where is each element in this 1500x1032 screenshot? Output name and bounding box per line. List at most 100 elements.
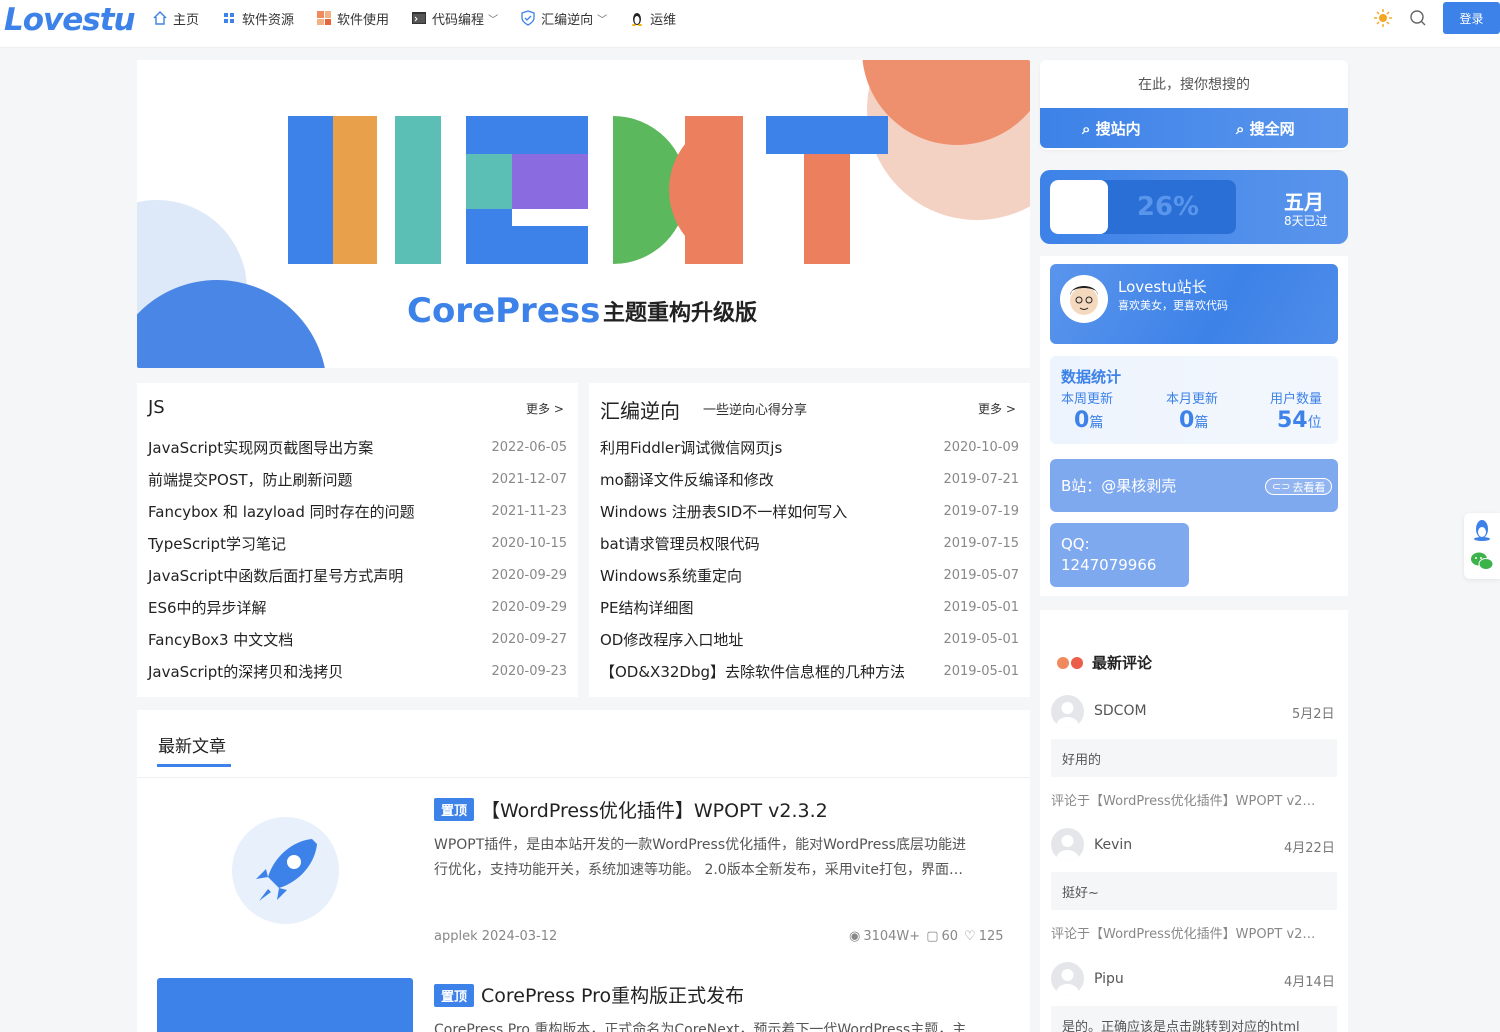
post-title[interactable]: CorePress Pro重构版正式发布 [481,981,744,1008]
reverse-more-link[interactable]: 更多 > [978,400,1016,417]
nav-ops-label: 运维 [650,12,677,28]
search-site-button[interactable]: ⌕ 搜站内 [1082,118,1141,139]
post-list-item[interactable]: JavaScript实现网页截图导出方案 2022-06-05 [148,431,567,463]
js-post-list: JavaScript实现网页截图导出方案 2022-06-05 前端提交POST，防… [148,431,567,687]
login-button[interactable]: 登录 [1443,2,1500,34]
post-list-item[interactable]: mo翻译文件反编译和修改 2019-07-21 [600,463,1019,495]
post-excerpt-line1: CorePress Pro 重构版本，正式命名为CoreNext，预示着下一代W… [434,1022,967,1032]
bilibili-text: B站：@果核剥壳 [1061,477,1177,495]
stat-users-value: 54位 [1277,408,1322,433]
avatar[interactable] [1051,695,1084,728]
theme-toggle-sun-icon[interactable] [1374,9,1392,27]
dot-icon [1057,657,1069,669]
comment-user[interactable]: Pipu [1094,971,1124,987]
comment-date: 5月2日 [1292,707,1335,722]
post-list-item[interactable]: 利用Fiddler调试微信网页js 2020-10-09 [600,431,1019,463]
post-list-item[interactable]: 【OD&X32Dbg】去除软件信息框的几种方法 2019-05-01 [600,655,1019,687]
comment-reference-link[interactable]: 评论于【WordPress优化插件】WPOPT v2… [1051,923,1337,942]
post-list-item[interactable]: TypeScript学习笔记 2020-10-15 [148,527,567,559]
post-link[interactable]: TypeScript学习笔记 [148,533,286,554]
nav-software-resources[interactable]: 软件资源 [221,9,294,28]
post-link[interactable]: 利用Fiddler调试微信网页js [600,437,782,458]
stat-month-value: 0篇 [1179,408,1209,433]
nav-reverse-label: 汇编逆向 [541,12,594,28]
post-likes: 125 [978,929,1004,944]
nav-ops[interactable]: 运维 [629,9,676,28]
nav-reverse[interactable]: 汇编逆向 ﹀ [520,9,607,28]
comment-reference-link[interactable]: 评论于【WordPress优化插件】WPOPT v2… [1051,790,1337,809]
post-list-item[interactable]: Windows系统重定向 2019-05-07 [600,559,1019,591]
rocket-icon [256,839,317,901]
post-title[interactable]: 【WordPress优化插件】WPOPT v2.3.2 [481,796,828,823]
banner-artwork: CorePress 主题重构升级版 [137,60,1030,368]
post-date: 2019-05-07 [943,567,1019,583]
bilibili-visit-button[interactable]: ⊂⊃ 去看看 [1265,478,1333,495]
post-list-item[interactable]: OD修改程序入口地址 2019-05-01 [600,623,1019,655]
bilibili-card[interactable]: B站：@果核剥壳 ⊂⊃ 去看看 [1050,459,1338,512]
stat-week-value: 0篇 [1074,408,1104,433]
chevron-down-icon: ﹀ [597,14,608,26]
post-date: 2020-09-29 [491,599,567,615]
post-list-item[interactable]: Fancybox 和 lazyload 同时存在的问题 2021-11-23 [148,495,567,527]
post-list-item[interactable]: bat请求管理员权限代码 2019-07-15 [600,527,1019,559]
post-list-item[interactable]: ES6中的异步详解 2020-09-29 [148,591,567,623]
post-date: 2019-07-21 [943,471,1019,487]
post-link[interactable]: Fancybox 和 lazyload 同时存在的问题 [148,501,415,522]
post-link[interactable]: OD修改程序入口地址 [600,629,743,650]
post-link[interactable]: 【OD&X32Dbg】去除软件信息框的几种方法 [600,661,905,682]
post-date: 2020-10-15 [491,535,567,551]
post-date: 2020-09-29 [491,567,567,583]
nav-software-usage-label: 软件使用 [337,12,390,28]
days-passed: 8天已过 [1284,214,1328,228]
post-date: 2019-05-01 [943,631,1019,647]
post-link[interactable]: bat请求管理员权限代码 [600,533,760,554]
avatar[interactable] [1051,828,1084,861]
post-list-item[interactable]: JavaScript的深拷贝和浅拷贝 2020-09-23 [148,655,567,687]
avatar[interactable] [1051,962,1084,995]
nav-software-usage[interactable]: 软件使用 [316,9,389,28]
post-list-item[interactable]: PE结构详细图 2019-05-01 [600,591,1019,623]
post-comments: 60 [941,929,959,944]
post-link[interactable]: JavaScript实现网页截图导出方案 [148,437,373,458]
hero-banner[interactable]: CorePress 主题重构升级版 [137,60,1030,368]
search-input[interactable]: 在此，搜你想搜的 [1040,74,1348,94]
post-thumbnail[interactable] [232,817,339,924]
site-stats-card: 数据统计 本周更新 本月更新 用户数量 0篇 0篇 54位 [1050,356,1338,444]
post-link[interactable]: ES6中的异步详解 [148,597,267,618]
nav-home[interactable]: 主页 [152,9,199,28]
post-list-item[interactable]: 前端提交POST，防止刷新问题 2021-12-07 [148,463,567,495]
post-date: 2019-05-01 [943,599,1019,615]
post-list-item[interactable]: Windows 注册表SID不一样如何写入 2019-07-19 [600,495,1019,527]
search-web-button[interactable]: ⌕ 搜全网 [1236,118,1295,139]
post-link[interactable]: 前端提交POST，防止刷新问题 [148,469,353,490]
post-link[interactable]: FancyBox3 中文文档 [148,629,293,650]
search-icon[interactable] [1409,9,1427,27]
nav-coding[interactable]: 代码编程 ﹀ [411,9,498,28]
post-date: 2019-07-15 [943,535,1019,551]
post-list-item[interactable]: JavaScript中函数后面打星号方式声明 2020-09-29 [148,559,567,591]
qq-penguin-icon[interactable] [1473,519,1491,541]
post-date: 2019-05-01 [943,663,1019,679]
post-link[interactable]: Windows 注册表SID不一样如何写入 [600,501,847,522]
comment-user[interactable]: Kevin [1094,837,1132,853]
comment-icon: ▢ [926,929,939,944]
post-thumbnail[interactable] [157,978,413,1032]
latest-comments-widget: 最新评论 SDCOM 5月2日 好用的 评论于【WordPress优化插件】WP… [1040,610,1348,1032]
stat-week-label: 本周更新 [1061,392,1114,407]
post-list-item[interactable]: FancyBox3 中文文档 2020-09-27 [148,623,567,655]
wechat-icon[interactable] [1470,551,1494,571]
reverse-post-list: 利用Fiddler调试微信网页js 2020-10-09 mo翻译文件反编译和修改 2… [600,431,1019,687]
post-link[interactable]: Windows系统重定向 [600,565,742,586]
post-link[interactable]: JavaScript中函数后面打星号方式声明 [148,565,403,586]
bilibili-visit-label: 去看看 [1292,480,1326,494]
site-logo[interactable]: Lovestu [4,2,136,38]
main-nav: 主页 软件资源 软件使用 代码编程 ﹀ 汇编逆向 ﹀ 运维 [152,0,698,36]
latest-articles-title: 最新文章 [158,737,226,757]
post-link[interactable]: JavaScript的深拷贝和浅拷贝 [148,661,343,682]
comment-user[interactable]: SDCOM [1094,703,1147,719]
qq-card[interactable]: QQ: 1247079966 [1050,523,1189,587]
post-link[interactable]: PE结构详细图 [600,597,694,618]
avatar[interactable] [1060,275,1108,323]
post-link[interactable]: mo翻译文件反编译和修改 [600,469,774,490]
js-more-link[interactable]: 更多 > [526,400,564,417]
